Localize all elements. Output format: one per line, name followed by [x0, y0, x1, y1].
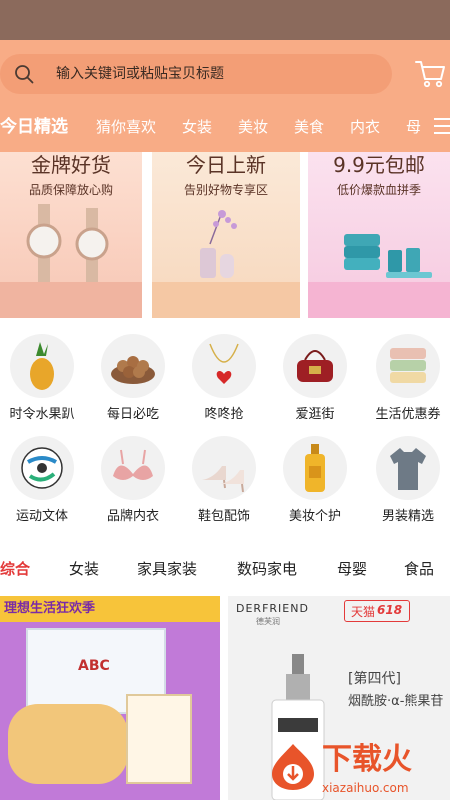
watches-image — [26, 204, 109, 284]
feed-tab-food[interactable]: 食品 — [404, 558, 434, 580]
download-fire-icon — [272, 744, 314, 790]
grid-label: 时令水果趴 — [9, 407, 75, 422]
soccer-ball-icon — [10, 436, 74, 500]
feed-tabs: 综合 女装 家具家装 数码家电 母婴 食品 — [0, 552, 450, 586]
watermark-logo: 下载火 xiazaihuo.com — [266, 738, 450, 800]
promo-new-today[interactable]: 今日上新 告别好物专享区 — [152, 152, 300, 318]
category-tabs: 今日精选 猜你喜欢 女装 美妆 美食 内衣 母 — [0, 108, 450, 146]
search-bar[interactable]: 输入关键词或粘贴宝贝标题 — [0, 54, 392, 94]
tab-womens-clothing[interactable]: 女装 — [182, 116, 212, 138]
tab-beauty[interactable]: 美妆 — [238, 116, 268, 138]
grid-label: 爱逛街 — [295, 407, 335, 422]
grid-item-coupons[interactable]: 生活优惠券 — [363, 334, 450, 424]
promo-title: 9.9元包邮 — [333, 153, 425, 177]
product-card-bread[interactable]: 理想生活狂欢季 ABC — [0, 596, 220, 800]
grid-label: 鞋包配饰 — [197, 509, 250, 524]
product-banner-text: 理想生活狂欢季 — [4, 601, 96, 616]
promo-9-9-free-shipping[interactable]: 9.9元包邮 低价爆款血拼季 — [308, 152, 450, 318]
promo-banners: 金牌好货 品质保障放心购 今日上新 告别好物专享区 9.9元包邮 低价爆款血拼季 — [0, 152, 450, 322]
tab-maternal[interactable]: 母 — [406, 116, 421, 138]
handbag-icon — [283, 334, 347, 398]
grid-item-fruit[interactable]: 时令水果趴 — [0, 334, 87, 424]
grid-label: 男装精选 — [381, 509, 434, 524]
tmall-text: 天猫 — [351, 605, 376, 619]
grid-label: 品牌内衣 — [106, 509, 159, 524]
search-icon — [15, 65, 34, 84]
menu-icon[interactable] — [434, 118, 450, 134]
bread-package — [126, 694, 192, 784]
grid-label: 美妆个护 — [288, 509, 341, 524]
cart-icon[interactable] — [414, 58, 446, 88]
tmall-618: 618 — [377, 603, 403, 617]
promo-floor — [308, 282, 450, 318]
watermark-text: 下载火 — [322, 742, 412, 777]
feed-tab-electronics[interactable]: 数码家电 — [237, 558, 297, 580]
product-banner: 理想生活狂欢季 — [0, 596, 220, 622]
grid-item-lingerie[interactable]: 品牌内衣 — [88, 436, 178, 526]
search-placeholder: 输入关键词或粘贴宝贝标题 — [56, 66, 224, 82]
promo-subtitle: 告别好物专享区 — [183, 183, 268, 197]
feed-tab-womens[interactable]: 女装 — [69, 558, 99, 580]
tab-food[interactable]: 美食 — [294, 116, 324, 138]
feed-tab-all[interactable]: 综合 — [0, 558, 30, 580]
tab-underwear[interactable]: 内衣 — [350, 116, 380, 138]
promo-floor — [0, 282, 142, 318]
high-heels-icon — [192, 436, 256, 500]
feed-tab-furniture[interactable]: 家具家装 — [137, 558, 197, 580]
promo-subtitle: 品质保障放心购 — [28, 183, 113, 197]
grid-item-sports[interactable]: 运动文体 — [0, 436, 87, 526]
feed-tab-baby[interactable]: 母婴 — [337, 558, 367, 580]
tmall-badge: 天猫 618 — [344, 600, 410, 622]
tab-guess-you-like[interactable]: 猜你喜欢 — [96, 116, 156, 138]
promo-gold-goods[interactable]: 金牌好货 品质保障放心购 — [0, 152, 142, 318]
brand-name: DERFRIEND — [236, 602, 309, 615]
bra-icon — [101, 436, 165, 500]
category-grid: 时令水果趴 每日必吃 咚咚抢 爱逛街 生活优惠券 运动文体 品牌内衣 鞋包配饰 … — [0, 330, 450, 530]
grid-item-daily-eats[interactable]: 每日必吃 — [88, 334, 178, 424]
promo-subtitle: 低价爆款血拼季 — [336, 183, 421, 197]
grid-item-beauty-care[interactable]: 美妆个护 — [270, 436, 360, 526]
grid-item-shopping[interactable]: 爱逛街 — [270, 334, 360, 424]
grid-label: 运动文体 — [15, 509, 68, 524]
product-line1: [第四代] — [348, 671, 401, 687]
bread-image — [8, 704, 128, 784]
brand-subname: 德芙润 — [256, 617, 280, 626]
tab-today-picks[interactable]: 今日精选 — [0, 116, 68, 138]
product-line2: 烟酰胺·α-熊果苷 — [348, 694, 444, 709]
grid-item-shoes-bags[interactable]: 鞋包配饰 — [179, 436, 269, 526]
necklace-icon — [192, 334, 256, 398]
grid-label: 咚咚抢 — [204, 407, 244, 422]
promo-title: 今日上新 — [186, 153, 266, 177]
product-box-text: ABC — [78, 658, 110, 674]
pineapple-icon — [10, 334, 74, 398]
tshirt-icon — [376, 436, 440, 500]
promo-floor — [152, 282, 300, 318]
vase-image — [200, 210, 237, 278]
perfume-icon — [283, 436, 347, 500]
grid-item-menswear[interactable]: 男装精选 — [363, 436, 450, 526]
grid-item-flash-sale[interactable]: 咚咚抢 — [179, 334, 269, 424]
watermark-url: xiazaihuo.com — [322, 781, 409, 795]
grid-label: 每日必吃 — [106, 407, 159, 422]
towels-icon — [376, 334, 440, 398]
grid-label: 生活优惠券 — [375, 407, 441, 422]
promo-title: 金牌好货 — [31, 153, 111, 177]
status-bar — [0, 0, 450, 40]
nuts-icon — [101, 334, 165, 398]
towels-cups-image — [344, 234, 432, 278]
